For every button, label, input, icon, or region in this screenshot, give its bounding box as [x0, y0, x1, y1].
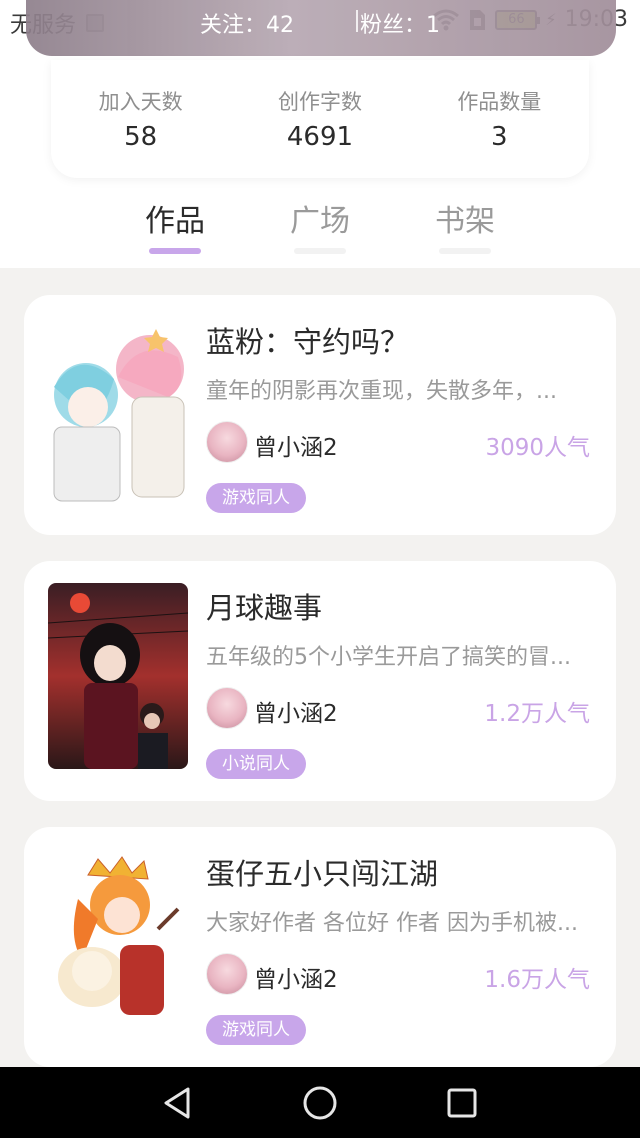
work-title: 蛋仔五小只闯江湖	[206, 857, 439, 891]
cover-image	[48, 317, 188, 503]
author-name[interactable]: 曾小涵2	[254, 694, 338, 728]
popularity-count: 3090人气	[485, 435, 590, 461]
stat-label: 创作字数	[277, 90, 362, 114]
follow-count[interactable]: 关注：42	[200, 7, 294, 39]
work-description: 大家好作者 各位好 作者 因为手机被...	[206, 911, 578, 936]
work-title: 月球趣事	[206, 591, 323, 625]
stat-value: 3	[491, 122, 508, 152]
stat-value: 4691	[286, 122, 354, 152]
system-nav-bar	[0, 1067, 640, 1138]
avatar[interactable]	[206, 953, 248, 995]
stat-join-days: 加入天数 58	[56, 86, 226, 178]
work-description: 童年的阴影再次重现，失散多年，...	[206, 379, 557, 404]
stat-label: 作品数量	[457, 90, 542, 114]
tab-indicator-active	[149, 248, 201, 254]
recents-button[interactable]	[422, 1067, 502, 1138]
banner-divider	[356, 10, 358, 32]
recents-icon	[447, 1088, 477, 1117]
author-name[interactable]: 曾小涵2	[254, 428, 338, 462]
tab-indicator	[294, 248, 346, 254]
category-tag[interactable]: 小说同人	[206, 749, 306, 779]
tab-bookshelf[interactable]: 书架	[415, 196, 515, 240]
avatar[interactable]	[206, 421, 248, 463]
work-card[interactable]: 蛋仔五小只闯江湖 大家好作者 各位好 作者 因为手机被... 曾小涵2 1.6万…	[24, 827, 616, 1067]
stat-value: 58	[124, 122, 158, 152]
home-icon	[303, 1086, 337, 1119]
author-row: 曾小涵2 1.6万人气	[206, 953, 590, 997]
popularity-count: 1.2万人气	[484, 701, 590, 727]
back-button[interactable]	[138, 1067, 218, 1138]
work-card[interactable]: 月球趣事 五年级的5个小学生开启了搞笑的冒... 曾小涵2 1.2万人气 小说同…	[24, 561, 616, 801]
work-title: 蓝粉：守约吗？	[206, 325, 410, 359]
stat-label: 加入天数	[98, 90, 183, 114]
tab-square[interactable]: 广场	[270, 196, 370, 240]
category-tag[interactable]: 游戏同人	[206, 1015, 306, 1045]
cover-image	[48, 583, 188, 769]
category-tag[interactable]: 游戏同人	[206, 483, 306, 513]
tab-bar: 作品 广场 书架	[0, 196, 640, 266]
tab-works[interactable]: 作品	[125, 196, 225, 240]
stat-work-count: 作品数量 3	[414, 86, 584, 178]
author-row: 曾小涵2 1.2万人气	[206, 687, 590, 731]
back-icon	[164, 1087, 190, 1118]
stats-card: 加入天数 58 创作字数 4691 作品数量 3	[51, 60, 589, 178]
fans-count[interactable]: 粉丝：1	[360, 7, 440, 39]
author-row: 曾小涵2 3090人气	[206, 421, 590, 465]
tab-indicator	[439, 248, 491, 254]
profile-banner: 关注：42 粉丝：1	[26, 0, 616, 56]
home-button[interactable]	[280, 1067, 360, 1138]
stat-word-count: 创作字数 4691	[235, 86, 405, 178]
work-description: 五年级的5个小学生开启了搞笑的冒...	[206, 645, 571, 670]
cover-image	[48, 849, 188, 1035]
author-name[interactable]: 曾小涵2	[254, 960, 338, 994]
avatar[interactable]	[206, 687, 248, 729]
popularity-count: 1.6万人气	[484, 967, 590, 993]
work-card[interactable]: 蓝粉：守约吗？ 童年的阴影再次重现，失散多年，... 曾小涵2 3090人气 游…	[24, 295, 616, 535]
